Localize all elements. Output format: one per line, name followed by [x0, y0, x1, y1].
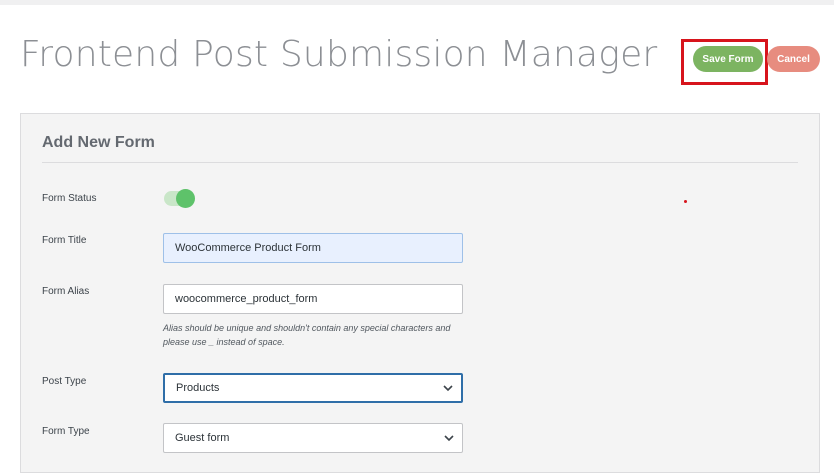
cancel-button[interactable]: Cancel	[767, 46, 820, 72]
form-alias-hint: Alias should be unique and shouldn't con…	[163, 321, 463, 349]
panel-divider	[42, 162, 798, 163]
add-form-panel: Add New Form Form Status Form Title WooC…	[20, 113, 820, 473]
page-title: Frontend Post Submission Manager	[20, 34, 658, 75]
post-type-select[interactable]: Products	[163, 373, 463, 403]
panel-title: Add New Form	[42, 134, 155, 151]
form-alias-label: Form Alias	[42, 286, 90, 297]
toggle-knob	[176, 189, 195, 208]
form-alias-hint-line-1: Alias should be unique and shouldn't con…	[163, 323, 451, 333]
post-type-label: Post Type	[42, 376, 87, 387]
post-type-value: Products	[176, 382, 220, 394]
cursor-dot	[684, 200, 687, 203]
form-status-label: Form Status	[42, 193, 97, 204]
chevron-down-icon	[444, 435, 454, 442]
save-form-button[interactable]: Save Form	[693, 46, 763, 72]
form-alias-hint-line-2: please use _ instead of space.	[163, 337, 285, 347]
form-alias-input[interactable]: woocommerce_product_form	[163, 284, 463, 314]
form-status-toggle[interactable]	[164, 189, 195, 208]
form-type-select[interactable]: Guest form	[163, 423, 463, 453]
form-title-input[interactable]: WooCommerce Product Form	[163, 233, 463, 263]
form-title-label: Form Title	[42, 235, 87, 246]
form-type-label: Form Type	[42, 426, 90, 437]
top-strip	[0, 0, 834, 5]
form-type-value: Guest form	[175, 432, 230, 444]
chevron-down-icon	[443, 385, 453, 392]
